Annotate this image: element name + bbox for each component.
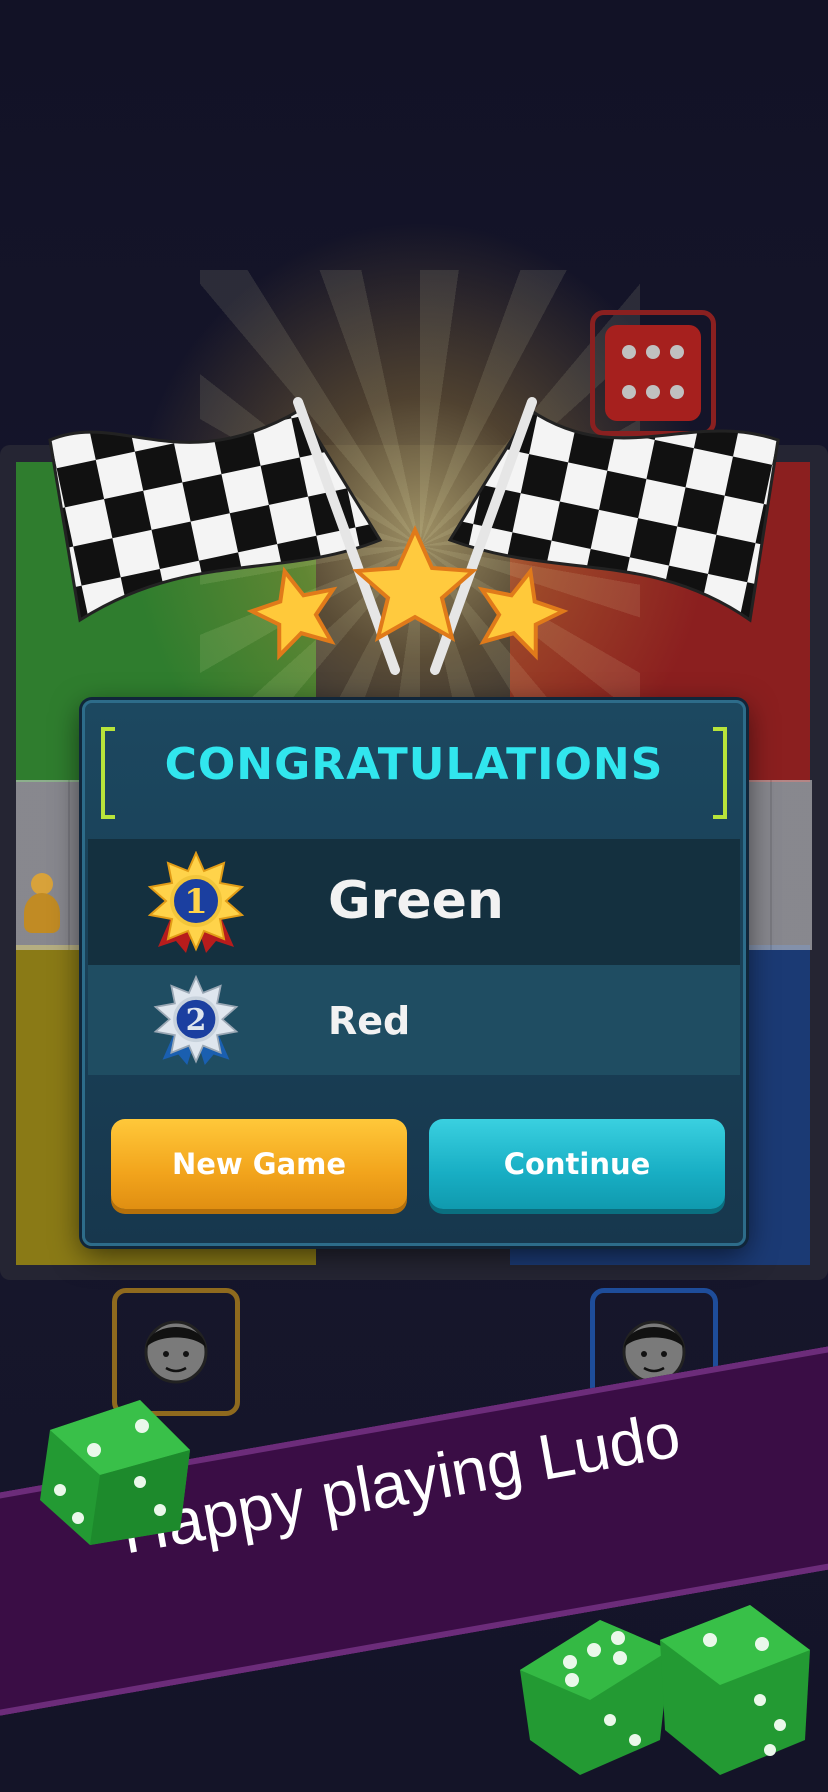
- result-row-2: 2 Red: [88, 965, 740, 1075]
- game-screen: CONGRATULATIONS 1 Green 2 Red New Game C…: [0, 0, 828, 1792]
- dice-icon: [40, 1400, 190, 1545]
- congratulations-dialog: CONGRATULATIONS 1 Green 2 Red New Game C…: [82, 700, 746, 1246]
- runner-up-name: Red: [328, 999, 411, 1043]
- player-avatar-icon: [144, 1320, 208, 1384]
- svg-text:2: 2: [186, 1003, 207, 1038]
- star-icon: [477, 566, 569, 661]
- winner-name: Green: [328, 871, 504, 931]
- silver-medal-icon: 2: [153, 975, 239, 1065]
- pawn-icon[interactable]: [22, 873, 62, 939]
- dice-icon: [660, 1605, 810, 1775]
- continue-button[interactable]: Continue: [429, 1119, 725, 1209]
- star-icon: [246, 566, 338, 661]
- new-game-button[interactable]: New Game: [111, 1119, 407, 1209]
- svg-text:1: 1: [184, 882, 208, 922]
- dialog-title: CONGRATULATIONS: [164, 739, 664, 790]
- star-icon: [352, 525, 478, 643]
- gold-medal-icon: 1: [147, 851, 245, 953]
- result-row-1: 1 Green: [88, 839, 740, 965]
- star-rating: [246, 525, 569, 661]
